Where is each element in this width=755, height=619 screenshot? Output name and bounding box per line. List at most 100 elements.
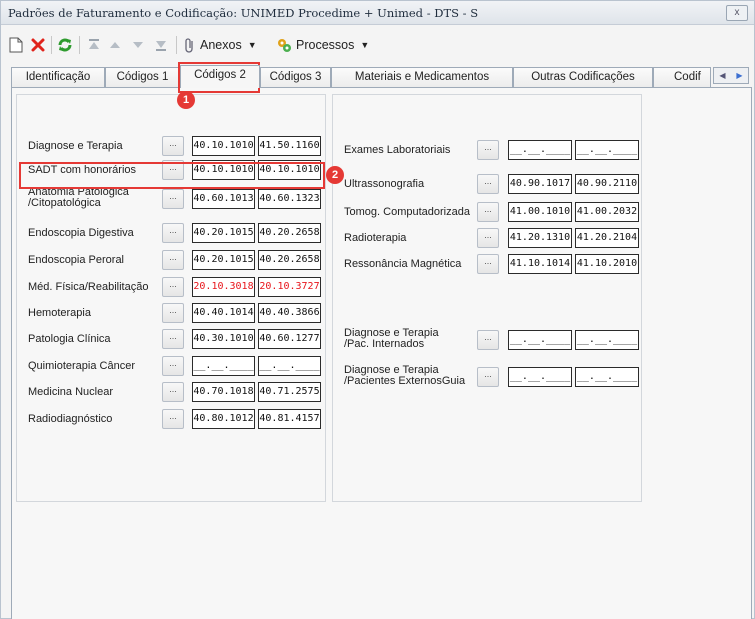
lookup-button[interactable]: ...	[162, 329, 184, 349]
lookup-button[interactable]: ...	[162, 382, 184, 402]
row-label-anatomia-patologica-citopatologica: Anatomia Patológica /Citopatológica	[28, 186, 129, 209]
lookup-button[interactable]: ...	[477, 202, 499, 222]
code-field-1[interactable]: 20.10.3018	[192, 277, 255, 297]
step-badge-1: 1	[177, 91, 195, 109]
processos-menu-button[interactable]: Processos ▼	[276, 36, 369, 54]
code-field-1[interactable]: 40.90.1017	[508, 174, 572, 194]
chevron-down-icon: ▼	[247, 40, 257, 50]
code-field-1[interactable]: 40.30.1010	[192, 329, 255, 349]
code-field-1[interactable]: 40.60.1013	[192, 189, 255, 209]
code-field-2[interactable]: __.__.____	[575, 140, 639, 160]
chevron-down-icon: ▼	[360, 40, 370, 50]
processos-label: Processos	[296, 38, 355, 52]
code-field-1[interactable]: __.__.____	[192, 356, 255, 376]
tab-outras-codificacoes[interactable]: Outras Codificações	[513, 67, 653, 87]
row-label-quimioterapia-cancer: Quimioterapia Câncer	[28, 360, 135, 372]
lookup-button[interactable]: ...	[477, 174, 499, 194]
code-field-1[interactable]: 40.20.1015	[192, 250, 255, 270]
lookup-button[interactable]: ...	[162, 409, 184, 429]
lookup-button[interactable]: ...	[477, 254, 499, 274]
lookup-button[interactable]: ...	[477, 330, 499, 350]
move-last-icon[interactable]	[154, 36, 168, 54]
move-down-icon[interactable]	[132, 36, 144, 54]
code-field-2[interactable]: 40.71.2575	[258, 382, 321, 402]
toolbar-separator	[176, 36, 177, 54]
anexos-menu-button[interactable]: Anexos ▼	[184, 36, 257, 54]
refresh-icon[interactable]	[57, 36, 73, 54]
title-bar: Padrões de Faturamento e Codificação: UN…	[1, 1, 754, 25]
code-field-2[interactable]: __.__.____	[575, 330, 639, 350]
tab-codigos-3[interactable]: Códigos 3	[260, 67, 331, 87]
scroll-right-icon[interactable]: ▶	[736, 71, 742, 80]
lookup-button[interactable]: ...	[477, 228, 499, 248]
move-first-icon[interactable]	[87, 36, 101, 54]
code-field-2[interactable]: 40.40.3866	[258, 303, 321, 323]
row-label-diagnose-e-terapia-pacientes-externosguia: Diagnose e Terapia /Pacientes ExternosGu…	[344, 364, 466, 387]
row-label-tomog-computadorizada: Tomog. Computadorizada	[344, 206, 470, 218]
code-field-2[interactable]: 40.90.2110	[575, 174, 639, 194]
dialog-window: Padrões de Faturamento e Codificação: UN…	[0, 0, 755, 619]
row-label-radioterapia: Radioterapia	[344, 232, 407, 244]
lookup-button[interactable]: ...	[162, 223, 184, 243]
code-field-2[interactable]: __.__.____	[575, 367, 639, 387]
code-field-1[interactable]: 41.20.1310	[508, 228, 572, 248]
code-field-1[interactable]: 41.00.1010	[508, 202, 572, 222]
row-label-endoscopia-digestiva: Endoscopia Digestiva	[28, 227, 134, 239]
code-field-1[interactable]: __.__.____	[508, 140, 572, 160]
row-label-radiodiagnostico: Radiodiagnóstico	[28, 413, 113, 425]
highlight-box-row	[19, 162, 325, 189]
lookup-button[interactable]: ...	[162, 189, 184, 209]
row-label-patologia-clinica: Patologia Clínica	[28, 333, 111, 345]
code-field-1[interactable]: 41.10.1014	[508, 254, 572, 274]
lookup-button[interactable]: ...	[162, 277, 184, 297]
move-up-icon[interactable]	[109, 36, 121, 54]
code-field-1[interactable]: 40.20.1015	[192, 223, 255, 243]
lookup-button[interactable]: ...	[162, 303, 184, 323]
delete-icon[interactable]	[30, 36, 46, 54]
code-field-1[interactable]: 40.40.1014	[192, 303, 255, 323]
code-field-2[interactable]: 41.10.2010	[575, 254, 639, 274]
tab-materiais-medicamentos[interactable]: Materiais e Medicamentos	[331, 67, 513, 87]
tab-codif[interactable]: Codif	[653, 67, 711, 87]
tab-scroll-buttons[interactable]: ◀ ▶	[713, 67, 749, 84]
code-field-2[interactable]: 40.60.1277	[258, 329, 321, 349]
code-field-2[interactable]: 40.20.2658	[258, 250, 321, 270]
row-label-med-fisica-reabilitacao: Méd. Física/Reabilitação	[28, 281, 149, 293]
code-field-2[interactable]: 20.10.3727	[258, 277, 321, 297]
tab-strip: Identificação Códigos 1 Códigos 2 Código…	[11, 65, 751, 88]
code-field-2[interactable]: __.__.____	[258, 356, 321, 376]
lookup-button[interactable]: ...	[477, 367, 499, 387]
row-label-exames-laboratoriais: Exames Laboratoriais	[344, 144, 451, 156]
lookup-button[interactable]: ...	[477, 140, 499, 160]
toolbar-separator	[51, 36, 52, 54]
step-badge-2: 2	[326, 166, 344, 184]
tab-codigos-1[interactable]: Códigos 1	[105, 67, 180, 87]
close-button[interactable]: x	[726, 5, 748, 21]
row-label-ultrassonografia: Ultrassonografia	[344, 178, 425, 190]
scroll-left-icon[interactable]: ◀	[719, 71, 725, 80]
tab-codigos-2[interactable]: Códigos 2	[180, 65, 260, 88]
row-label-ressonancia-magnetica: Ressonância Magnética	[344, 258, 462, 270]
code-field-2[interactable]: 41.20.2104	[575, 228, 639, 248]
gears-icon	[278, 39, 291, 52]
code-field-2[interactable]: 41.50.1160	[258, 136, 321, 156]
toolbar-separator	[79, 36, 80, 54]
code-field-2[interactable]: 40.81.4157	[258, 409, 321, 429]
row-label-hemoterapia: Hemoterapia	[28, 307, 91, 319]
row-label-endoscopia-peroral: Endoscopia Peroral	[28, 254, 125, 266]
code-field-2[interactable]: 41.00.2032	[575, 202, 639, 222]
code-field-2[interactable]: 40.60.1323	[258, 189, 321, 209]
code-field-2[interactable]: 40.20.2658	[258, 223, 321, 243]
code-field-1[interactable]: 40.70.1018	[192, 382, 255, 402]
code-field-1[interactable]: __.__.____	[508, 330, 572, 350]
lookup-button[interactable]: ...	[162, 356, 184, 376]
tab-identificacao[interactable]: Identificação	[11, 67, 105, 87]
anexos-label: Anexos	[200, 38, 242, 52]
lookup-button[interactable]: ...	[162, 136, 184, 156]
lookup-button[interactable]: ...	[162, 250, 184, 270]
toolbar: Anexos ▼ Processos ▼	[1, 26, 754, 64]
code-field-1[interactable]: __.__.____	[508, 367, 572, 387]
code-field-1[interactable]: 40.80.1012	[192, 409, 255, 429]
code-field-1[interactable]: 40.10.1010	[192, 136, 255, 156]
new-document-icon[interactable]	[9, 36, 23, 54]
